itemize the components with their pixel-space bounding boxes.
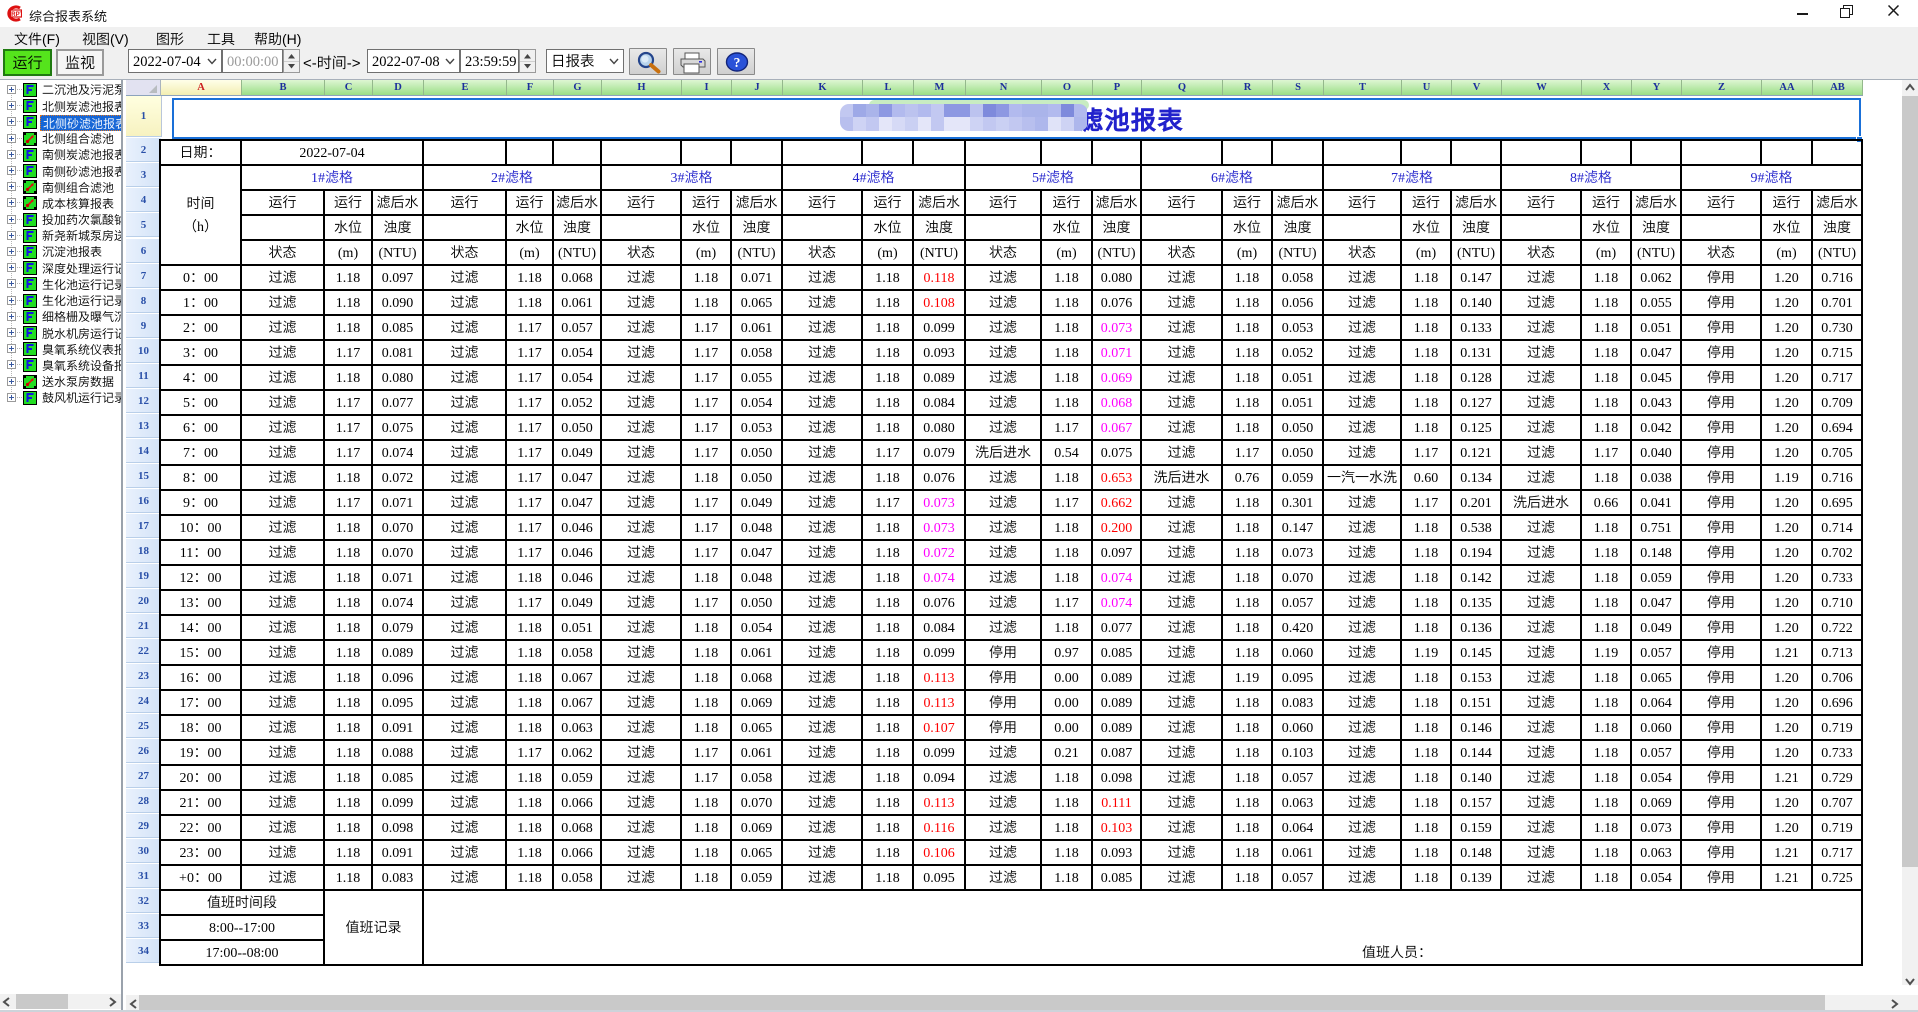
- svg-text:?: ?: [734, 55, 741, 70]
- svg-text:RPT: RPT: [11, 12, 22, 18]
